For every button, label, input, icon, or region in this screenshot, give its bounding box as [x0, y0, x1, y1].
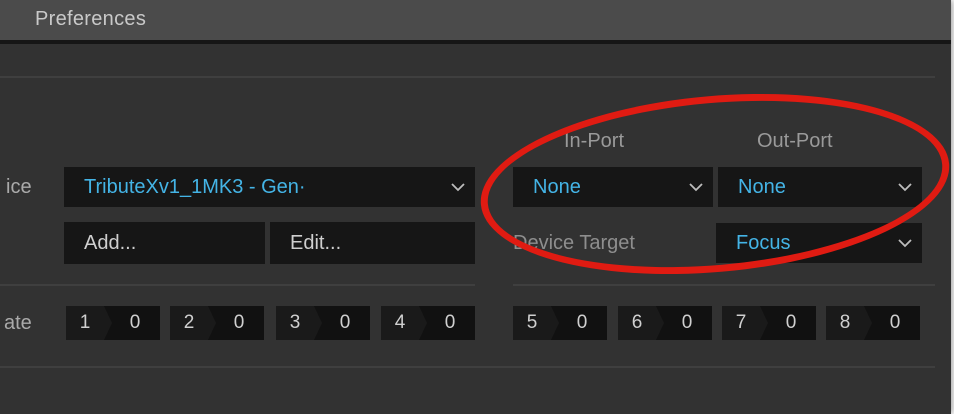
mid-divider [0, 284, 475, 286]
out-port-value: None [738, 175, 786, 198]
in-port-select[interactable]: None [513, 167, 713, 207]
cc-value[interactable]: 0 [104, 306, 160, 340]
edit-button-label: Edit... [290, 231, 342, 254]
chevron-down-icon [894, 182, 916, 192]
cc-value[interactable]: 0 [208, 306, 264, 340]
chevron-down-icon [894, 238, 916, 248]
cc-value[interactable]: 0 [419, 306, 475, 340]
out-port-label: Out-Port [757, 130, 833, 152]
chevron-down-icon [447, 182, 469, 192]
cc-control-2[interactable]: 2 0 [170, 306, 264, 340]
cc-value[interactable]: 0 [551, 306, 607, 340]
cc-value[interactable]: 0 [760, 306, 816, 340]
in-port-value: None [533, 175, 581, 198]
cc-number: 5 [513, 306, 559, 340]
cc-value[interactable]: 0 [864, 306, 920, 340]
device-select-value: TributeXv1_1MK3 - Gen· [84, 175, 306, 198]
device-target-select[interactable]: Focus [716, 223, 922, 263]
cc-row-label: ate [4, 312, 32, 334]
add-button-label: Add... [84, 231, 137, 254]
cc-value[interactable]: 0 [656, 306, 712, 340]
preferences-window: Preferences In-Port Out-Port ice Tribute… [0, 0, 951, 414]
top-divider [0, 76, 935, 78]
cc-number: 3 [276, 306, 322, 340]
window-title: Preferences [35, 8, 147, 30]
cc-control-6[interactable]: 6 0 [618, 306, 712, 340]
cc-control-7[interactable]: 7 0 [722, 306, 816, 340]
cc-control-3[interactable]: 3 0 [276, 306, 370, 340]
cc-control-4[interactable]: 4 0 [381, 306, 475, 340]
chevron-down-icon [685, 182, 707, 192]
cc-control-8[interactable]: 8 0 [826, 306, 920, 340]
cc-control-5[interactable]: 5 0 [513, 306, 607, 340]
cc-number: 8 [826, 306, 872, 340]
out-port-select[interactable]: None [718, 167, 922, 207]
device-target-label: Device Target [513, 232, 635, 254]
cc-number: 6 [618, 306, 664, 340]
add-button[interactable]: Add... [64, 222, 265, 264]
cc-number: 4 [381, 306, 427, 340]
mid-divider-right [513, 284, 935, 286]
title-bar[interactable]: Preferences [0, 0, 951, 44]
device-target-value: Focus [736, 231, 791, 254]
edit-button[interactable]: Edit... [270, 222, 475, 264]
cc-number: 1 [66, 306, 112, 340]
cc-number: 7 [722, 306, 768, 340]
cc-control-1[interactable]: 1 0 [66, 306, 160, 340]
bottom-divider [0, 366, 935, 368]
device-label: ice [6, 176, 32, 198]
cc-value[interactable]: 0 [314, 306, 370, 340]
in-port-label: In-Port [564, 130, 625, 152]
device-select[interactable]: TributeXv1_1MK3 - Gen· [64, 167, 475, 207]
cc-number: 2 [170, 306, 216, 340]
